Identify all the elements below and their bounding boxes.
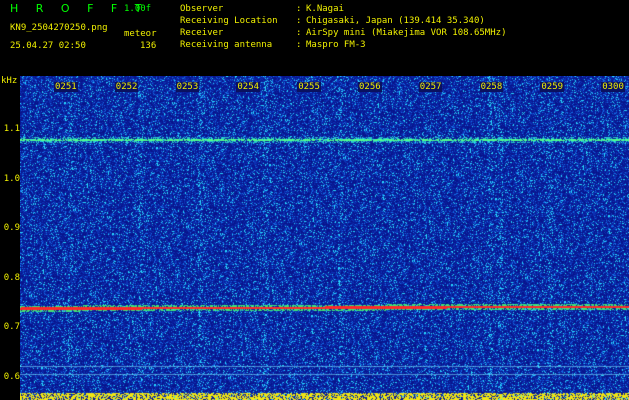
receiver-label: Receiver [180,28,224,38]
file-name: KN9_2504270250.png [10,23,108,33]
y-tick-label: 0.9 [3,223,20,233]
mode-label: meteor [124,29,157,39]
count-value: 136 [140,41,157,51]
y-tick-label: 0.8 [3,272,20,283]
header-panel: H R O F F T 1.00f KN9_2504270250.png met… [0,0,629,76]
y-tick-label: 1.1 [3,124,20,134]
unit-label: kHz [1,76,18,86]
y-tick-label: 1.0 [3,173,20,184]
time-tick-label: 0258 [479,82,504,92]
time-tick-label: 0252 [114,82,139,92]
time-tick-label: 0256 [358,82,382,92]
y-tick-label: 0.6 [3,371,20,382]
time-tick-label: 0257 [418,82,443,92]
colon: : [296,40,302,50]
time-tick-label: 0253 [175,82,200,92]
colon: : [296,28,302,38]
time-tick-label: 0255 [297,82,321,92]
timestamp: 25.04.27 02:50 [10,41,86,51]
y-tick-label: 0.7 [3,322,20,332]
time-tick-label: 0259 [540,82,565,92]
antenna-label: Receiving antenna [180,40,273,50]
time-tick-label: 0251 [54,82,78,92]
colon: : [296,4,302,14]
location-value: Chigasaki, Japan (139.414 35.340) [306,16,485,26]
spectrogram-plot [20,76,629,400]
antenna-value: Maspro FM-3 [306,40,366,50]
receiver-value: AirSpy mini (Miakejima VOR 108.65MHz) [306,28,507,38]
observer-value: K.Nagai [306,4,344,14]
colon: : [296,16,302,26]
version-label: 1.00f [124,4,152,14]
location-label: Receiving Location [180,16,278,26]
time-tick-label: 0300 [601,82,625,92]
time-tick-label: 0254 [236,82,261,92]
observer-label: Observer [180,4,224,14]
